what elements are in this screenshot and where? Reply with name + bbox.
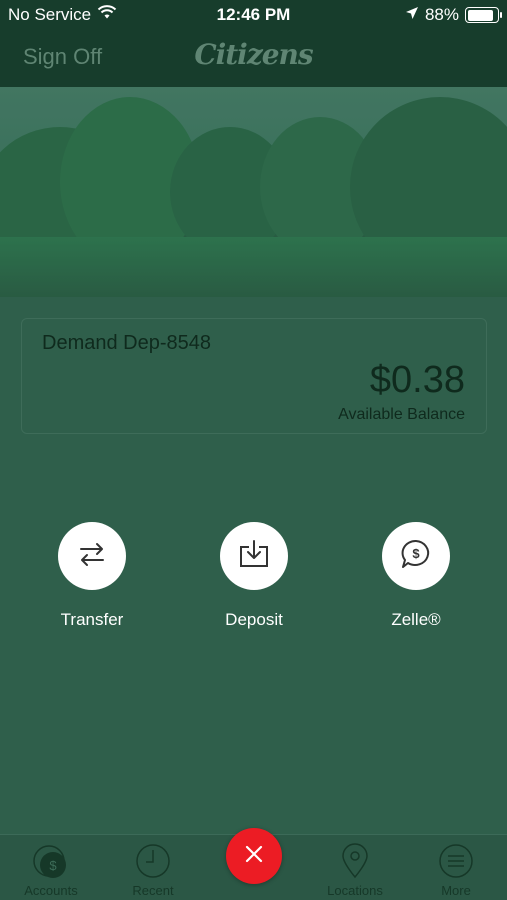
svg-text:$: $ [412,546,420,561]
tab-more-label: More [441,883,471,898]
carrier-text: No Service [8,5,92,24]
deposit-label: Deposit [225,610,283,629]
battery-percent: 88% [424,5,459,24]
account-name: Demand Dep-8548 [42,332,211,354]
account-card[interactable]: Demand Dep-8548 $0.38 Available Balance [21,318,487,434]
transfer-button[interactable]: Transfer [32,522,152,630]
svg-text:$: $ [49,858,57,873]
tab-recent[interactable]: Recent [108,843,198,898]
battery-fill [467,9,494,21]
citizens-logo: Citizens [194,38,313,71]
battery-icon [465,7,502,23]
zelle-icon: $ [399,538,433,575]
close-button[interactable] [226,828,282,884]
zelle-label: Zelle® [391,610,441,629]
zelle-button[interactable]: $ Zelle® [356,522,476,630]
deposit-icon [238,539,270,574]
clock-icon [135,843,171,879]
account-balance: $0.38 [369,359,465,401]
nav-bar: Sign Off Citizens [0,30,507,87]
deposit-button[interactable]: Deposit [194,522,314,630]
tab-accounts-label: Accounts [24,883,78,898]
tab-locations[interactable]: Locations [310,843,400,898]
tab-more[interactable]: More [411,843,501,898]
location-pin-icon [337,843,373,879]
location-arrow-icon [405,5,419,25]
status-left: No Service [8,5,117,25]
transfer-label: Transfer [60,610,124,629]
accounts-icon: $ [33,843,69,879]
transfer-circle[interactable] [58,522,126,590]
menu-icon [438,843,474,879]
available-balance-label: Available Balance [338,406,465,423]
hero-overlay [0,87,507,297]
transfer-icon [77,540,107,573]
deposit-circle[interactable] [220,522,288,590]
tab-recent-label: Recent [132,883,174,898]
zelle-circle[interactable]: $ [382,522,450,590]
status-bar: No Service 12:46 PM 88% [0,0,507,30]
tab-locations-label: Locations [327,883,383,898]
hero-landscape-image [0,87,507,297]
status-right: 88% [405,5,502,25]
wifi-icon [97,5,117,25]
close-icon [245,845,263,868]
tab-accounts[interactable]: $ Accounts [6,843,96,898]
